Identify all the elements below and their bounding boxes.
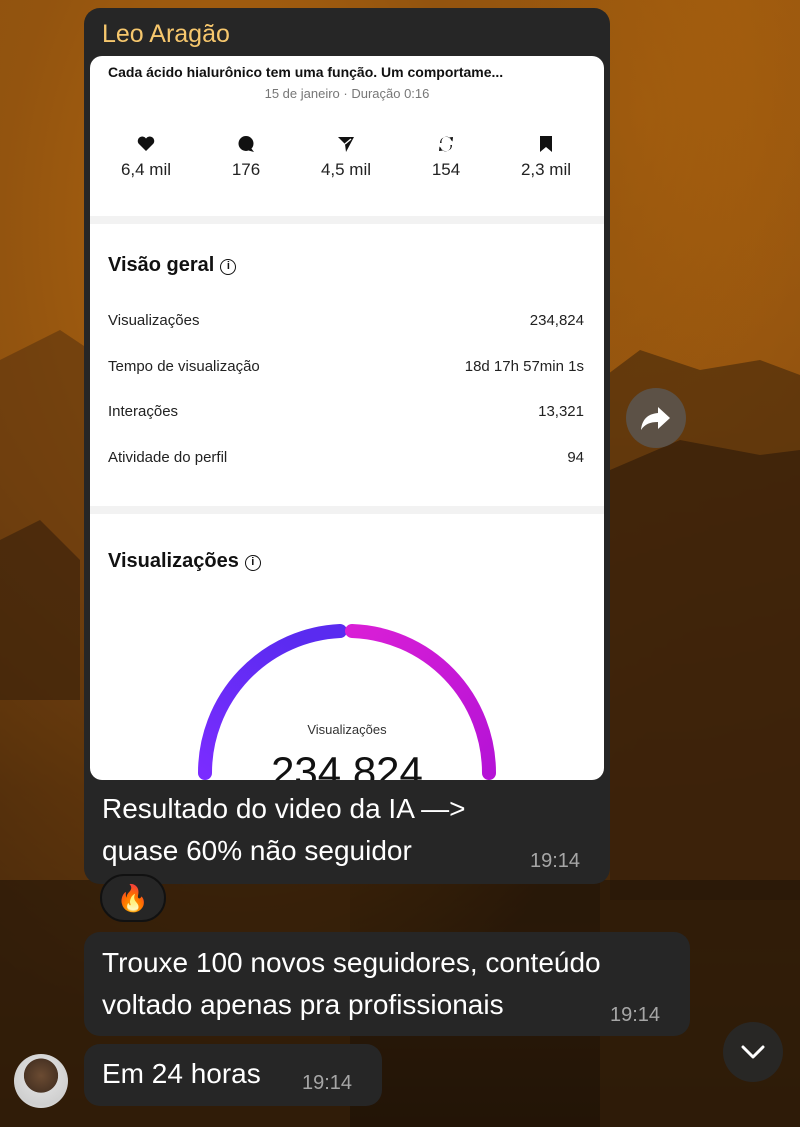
stat-shares-value: 4,5 mil xyxy=(320,160,372,179)
stat-likes-value: 6,4 mil xyxy=(120,160,172,179)
post-caption: Cada ácido hialurônico tem uma função. U… xyxy=(108,64,504,80)
message-line: quase 60% não seguidor xyxy=(102,835,412,866)
message-bubble[interactable]: Trouxe 100 novos seguidores, conteúdo vo… xyxy=(84,932,690,1036)
message-bubble[interactable]: Em 24 horas 19:14 xyxy=(84,1044,382,1106)
message-line: voltado apenas pra profissionais xyxy=(102,989,504,1020)
overview-row-label: Atividade do perfil xyxy=(108,449,228,466)
stat-saves: 2,3 mil xyxy=(496,134,596,180)
share-arrow-icon xyxy=(641,407,670,430)
sender-name[interactable]: Leo Aragão xyxy=(102,20,230,49)
overview-row-label: Tempo de visualização xyxy=(108,358,260,375)
donut-label: Visualizações xyxy=(307,722,387,737)
overview-row-value: 13,321 xyxy=(538,403,584,420)
views-heading: Visualizações i xyxy=(108,550,261,573)
post-meta: 15 de janeiro · Duração 0:16 xyxy=(264,86,430,101)
overview-row: Tempo de visualização 18d 17h 57min 1s xyxy=(108,358,584,375)
donut-value: 234 824 xyxy=(271,748,423,780)
send-icon xyxy=(338,137,354,152)
comment-icon xyxy=(238,136,254,152)
message-line: Resultado do video da IA —> xyxy=(102,793,466,824)
message-line: Em 24 horas xyxy=(102,1058,261,1089)
message-line: Trouxe 100 novos seguidores, conteúdo xyxy=(102,947,601,978)
divider xyxy=(90,216,604,224)
divider xyxy=(90,506,604,514)
share-button[interactable] xyxy=(626,388,686,448)
stat-reposts: 154 xyxy=(396,134,496,180)
repost-icon xyxy=(439,136,453,152)
scroll-to-bottom-button[interactable] xyxy=(723,1022,783,1082)
message-text: Resultado do video da IA —> quase 60% nã… xyxy=(102,788,465,872)
overview-row: Visualizações 234,824 xyxy=(108,312,584,329)
overview-row-value: 94 xyxy=(567,449,584,466)
stat-reposts-value: 154 xyxy=(431,160,461,179)
overview-title: Visão geral xyxy=(108,254,215,276)
overview-row: Atividade do perfil 94 xyxy=(108,449,584,466)
fire-icon: 🔥 xyxy=(116,883,150,913)
stat-comments: 176 xyxy=(196,134,296,180)
post-stats: 6,4 mil 176 4,5 mil 154 2,3 mil xyxy=(90,134,604,204)
info-icon[interactable]: i xyxy=(220,259,237,275)
stat-comments-value: 176 xyxy=(231,160,261,179)
avatar[interactable] xyxy=(14,1054,68,1108)
views-title: Visualizações xyxy=(108,550,239,572)
message-text: Em 24 horas xyxy=(102,1053,261,1095)
fire-reaction[interactable]: 🔥 xyxy=(100,874,166,922)
overview-row-value: 234,824 xyxy=(529,312,584,329)
message-time: 19:14 xyxy=(302,1072,353,1094)
overview-row-label: Visualizações xyxy=(108,312,200,329)
message-time: 19:14 xyxy=(530,850,581,872)
info-icon[interactable]: i xyxy=(244,555,261,571)
stat-likes: 6,4 mil xyxy=(96,134,196,180)
overview-row-value: 18d 17h 57min 1s xyxy=(464,358,584,375)
attached-screenshot[interactable]: Cada ácido hialurônico tem uma função. U… xyxy=(90,56,604,780)
overview-heading: Visão geral i xyxy=(108,254,237,277)
message-time: 19:14 xyxy=(610,1004,661,1026)
chevron-down-icon xyxy=(741,1045,765,1059)
message-text: Trouxe 100 novos seguidores, conteúdo vo… xyxy=(102,942,601,1026)
bookmark-icon xyxy=(540,136,552,152)
overview-row-label: Interações xyxy=(108,403,179,420)
stat-saves-value: 2,3 mil xyxy=(520,160,572,179)
heart-icon xyxy=(137,136,155,151)
image-message-bubble[interactable]: Leo Aragão Cada ácido hialurônico tem um… xyxy=(84,8,610,884)
overview-row: Interações 13,321 xyxy=(108,403,584,420)
stat-shares: 4,5 mil xyxy=(296,134,396,180)
